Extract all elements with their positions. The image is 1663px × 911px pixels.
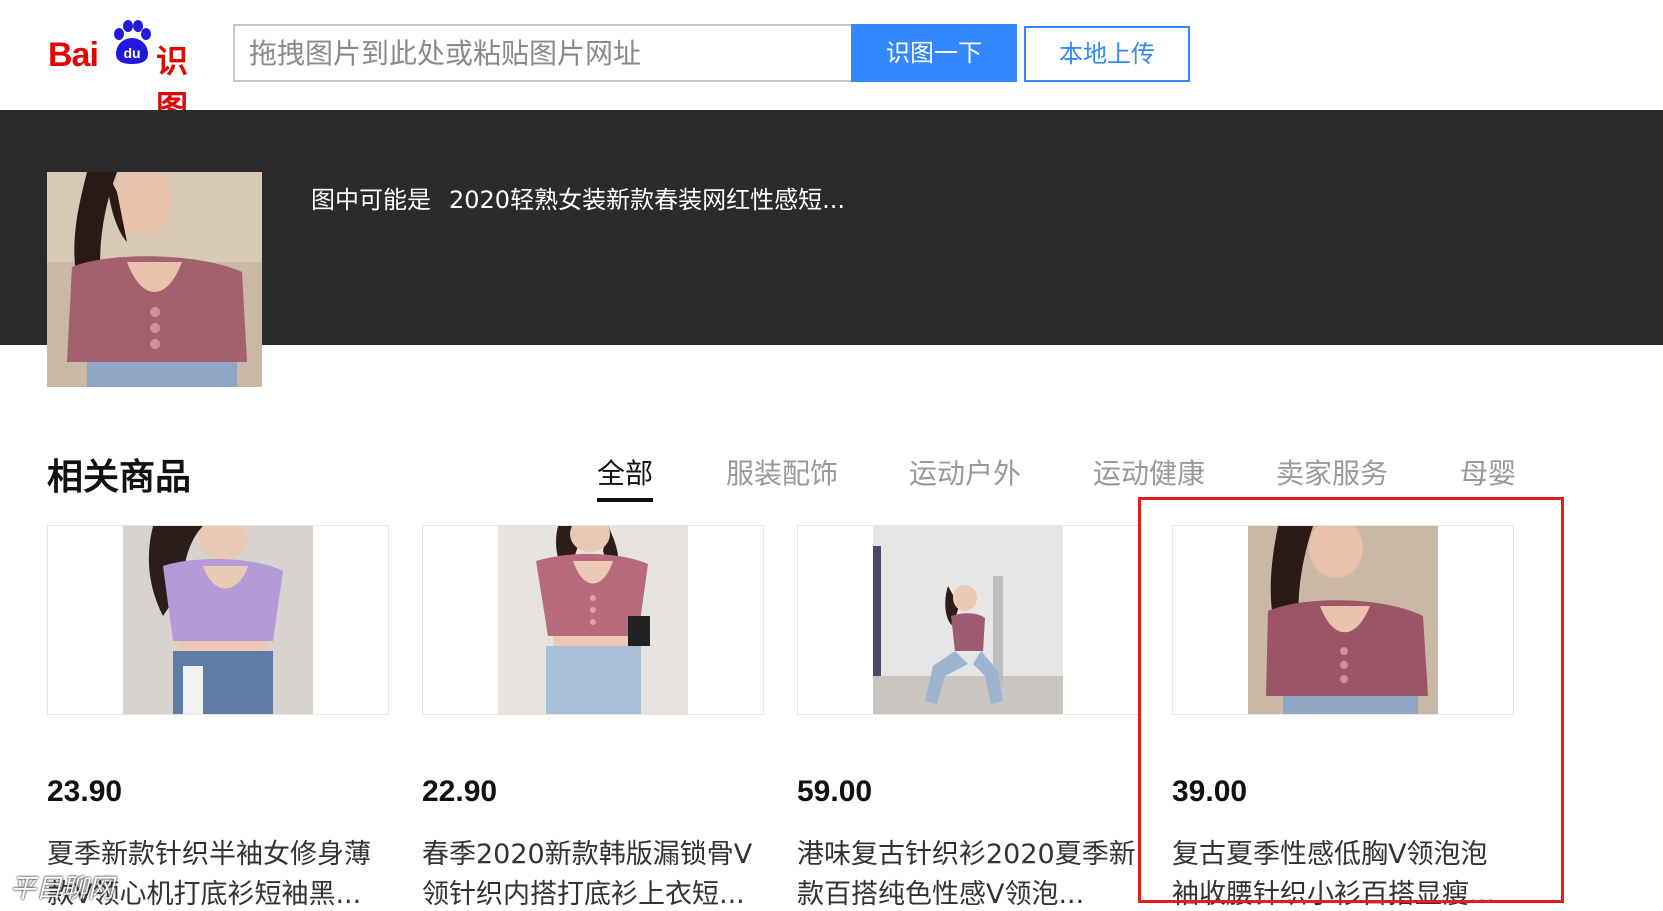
logo-du-text: du <box>123 45 140 61</box>
guess-text[interactable]: 2020轻熟女装新款春装网红性感短... <box>449 186 845 214</box>
product-price: 23.90 <box>47 775 123 808</box>
watermark: 平目聊网 <box>10 874 115 904</box>
product-card[interactable]: 59.00 港味复古针织衫2020夏季新款百搭纯色性感V领泡... <box>797 525 1139 911</box>
top-header: Bai du 识图 识图一下 本地上传 <box>0 0 1663 126</box>
local-upload-button[interactable]: 本地上传 <box>1024 26 1190 82</box>
tab-apparel[interactable]: 服装配饰 <box>726 452 838 492</box>
image-url-search-box[interactable] <box>233 24 851 82</box>
tab-mother-baby[interactable]: 母婴 <box>1460 452 1516 492</box>
identify-image-button[interactable]: 识图一下 <box>851 24 1017 82</box>
product-image[interactable] <box>422 525 764 715</box>
highlight-box <box>1138 497 1564 903</box>
product-photo <box>873 526 1063 714</box>
query-image-thumbnail[interactable] <box>47 172 262 387</box>
guess-label: 图中可能是 <box>311 186 431 214</box>
product-title[interactable]: 港味复古针织衫2020夏季新款百搭纯色性感V领泡... <box>797 835 1139 911</box>
product-card[interactable]: 22.90 春季2020新款韩版漏锁骨V领针织内搭打底衫上衣短... <box>422 525 764 911</box>
baidu-shitu-logo[interactable]: Bai du 识图 <box>48 16 218 126</box>
product-image[interactable] <box>797 525 1139 715</box>
product-price: 59.00 <box>797 775 873 808</box>
product-image[interactable] <box>47 525 389 715</box>
tab-fitness[interactable]: 运动健康 <box>1093 452 1205 492</box>
logo-bai-text: Bai <box>48 36 99 74</box>
category-tabs: 全部 服装配饰 运动户外 运动健康 卖家服务 母婴 <box>0 452 1663 502</box>
product-photo <box>123 526 313 714</box>
tab-all[interactable]: 全部 <box>597 452 654 502</box>
tab-seller-services[interactable]: 卖家服务 <box>1276 452 1388 492</box>
query-photo <box>47 172 262 387</box>
tab-outdoor[interactable]: 运动户外 <box>909 452 1021 492</box>
image-url-input[interactable] <box>235 26 851 80</box>
product-photo <box>498 526 688 714</box>
product-title[interactable]: 春季2020新款韩版漏锁骨V领针织内搭打底衫上衣短... <box>422 835 764 911</box>
image-guess: 图中可能是 2020轻熟女装新款春装网红性感短... <box>311 180 845 215</box>
paw-icon: du <box>114 20 151 64</box>
product-card[interactable]: 23.90 夏季新款针织半袖女修身薄款V领心机打底衫短袖黑... <box>47 525 389 911</box>
product-price: 22.90 <box>422 775 498 808</box>
